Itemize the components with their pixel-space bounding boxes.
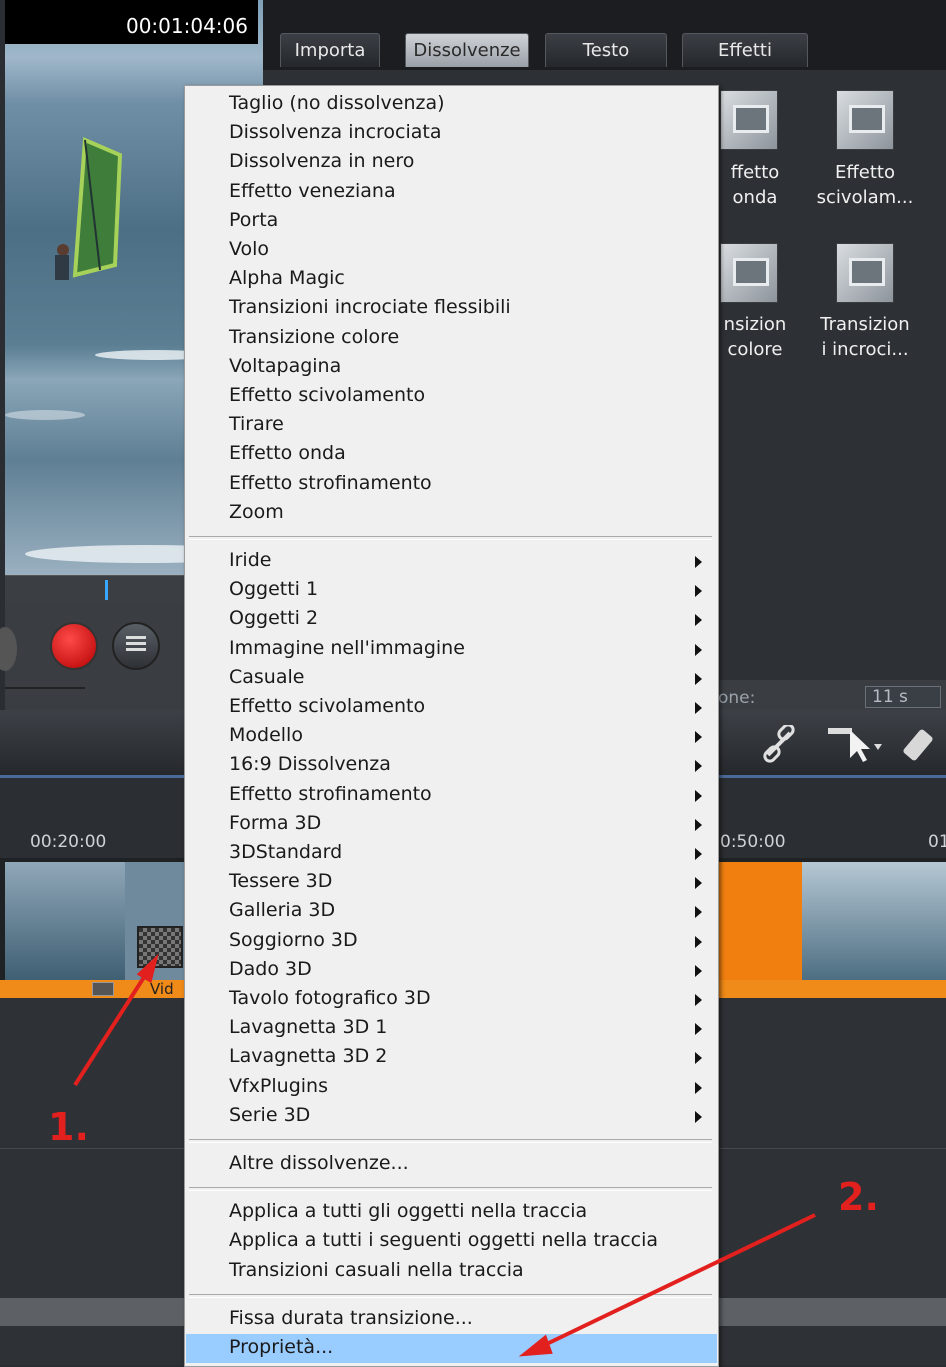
step-2-label: 2. [838, 1175, 879, 1219]
step-1-label: 1. [48, 1105, 89, 1149]
annotation-arrows [73, 953, 816, 1357]
